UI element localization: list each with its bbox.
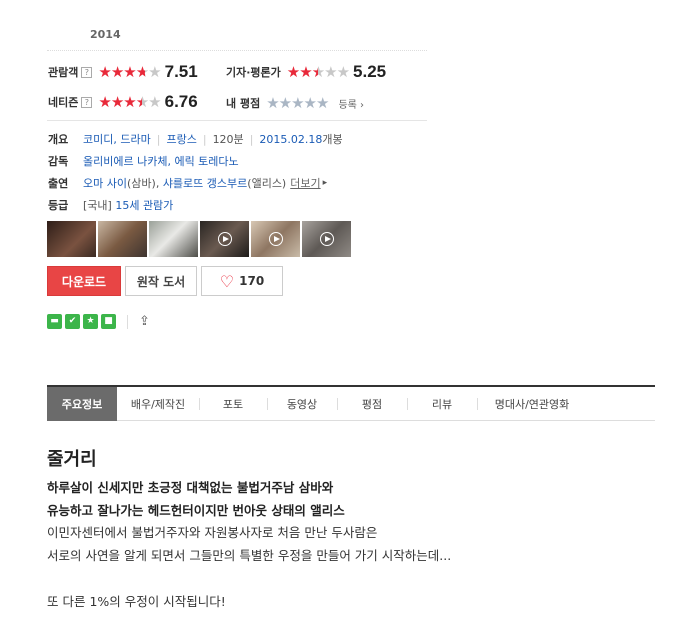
netizen-label: 네티즌 — [48, 96, 79, 109]
share-icon[interactable]: ⇪ — [139, 314, 150, 329]
facebook-icon[interactable]: ✔ — [65, 314, 80, 329]
divider — [47, 120, 427, 121]
synopsis-title: 줄거리 — [47, 449, 97, 470]
synopsis-text: 이민자센터에서 불법거주자와 자원봉사자로 처음 만난 두사람은 — [47, 525, 378, 540]
critics-rating: 기자·평론가 ★★★★★ 5.25 — [226, 62, 386, 82]
runtime: 120분 — [212, 133, 244, 146]
genre-link[interactable]: 코미디 — [83, 131, 113, 147]
overview-row: 개요 코미디, 드라마 | 프랑스 | 120분 | 2015.02.18 개봉 — [48, 131, 343, 147]
director-label: 감독 — [48, 155, 69, 168]
tab-ratings[interactable]: 평점 — [337, 387, 407, 421]
like-button[interactable]: ♡ 170 — [201, 266, 283, 296]
chevron-right-icon: ▸ — [322, 178, 328, 188]
heart-icon: ♡ — [219, 271, 235, 291]
synopsis-headline: 하루살이 신세지만 초긍정 대책없는 불법거주남 삼바와 — [47, 480, 334, 495]
info-icon[interactable]: ? — [81, 66, 93, 78]
genre-link[interactable]: 드라마 — [120, 131, 150, 147]
twitter-icon[interactable]: ▬ — [47, 314, 62, 329]
release-year: 2014 — [90, 28, 121, 41]
director-link[interactable]: 올리비에르 나카체, 에릭 토레다노 — [83, 153, 239, 169]
grade-region: [국내] — [83, 199, 112, 212]
release-suffix: 개봉 — [322, 133, 343, 146]
divider — [127, 314, 128, 329]
register-rating-link[interactable]: 등록 › — [338, 96, 364, 111]
critics-label: 기자·평론가 — [226, 66, 281, 79]
photo-thumbnail[interactable] — [98, 221, 147, 257]
download-button[interactable]: 다운로드 — [47, 266, 121, 296]
release-date-link[interactable]: 2015.02.18 — [259, 133, 322, 146]
photo-thumbnail[interactable] — [47, 221, 96, 257]
play-icon — [217, 232, 232, 246]
synopsis-headline: 유능하고 잘나가는 헤드헌터이지만 번아웃 상태의 앨리스 — [47, 503, 345, 518]
cast-row: 출연 오마 사이 (삼바), 샤를로뜨 갱스부르 (앨리스) 더보기 ▸ — [48, 175, 328, 191]
play-icon — [319, 232, 334, 246]
tab-reviews[interactable]: 리뷰 — [407, 387, 477, 421]
country-link[interactable]: 프랑스 — [166, 131, 196, 147]
overview-label: 개요 — [48, 133, 69, 146]
netizen-rating: 네티즌 ? ★★★★★ 6.76 — [48, 92, 198, 112]
my-rating-label: 내 평점 — [226, 97, 261, 110]
original-book-button[interactable]: 원작 도서 — [125, 266, 197, 296]
grade-link[interactable]: 15세 관람가 — [115, 197, 173, 213]
tab-bar: 주요정보 배우/제작진 포토 동영상 평점 리뷰 명대사/연관영화 — [47, 385, 655, 421]
synopsis-text: 또 다른 1%의 우정이 시작됩니다! — [47, 594, 226, 609]
my-rating: 내 평점 ★★★★★ 등록 › — [226, 94, 364, 112]
director-row: 감독 올리비에르 나카체, 에릭 토레다노 — [48, 153, 239, 169]
netizen-stars: ★★★★★ — [98, 93, 161, 111]
audience-rating: 관람객 ? ★★★★★ 7.51 — [48, 62, 198, 82]
video-thumbnail[interactable] — [200, 221, 249, 257]
tab-quotes-related[interactable]: 명대사/연관영화 — [477, 387, 587, 421]
netizen-score: 6.76 — [164, 92, 198, 111]
my-rating-stars[interactable]: ★★★★★ — [266, 94, 329, 112]
like-count: 170 — [239, 274, 265, 288]
play-icon — [268, 232, 283, 246]
tab-photos[interactable]: 포토 — [199, 387, 267, 421]
cast-link[interactable]: 샤를로뜨 갱스부르 — [163, 175, 247, 191]
media-thumbnails — [47, 221, 351, 257]
audience-score: 7.51 — [164, 62, 198, 81]
video-thumbnail[interactable] — [251, 221, 300, 257]
grade-label: 등급 — [48, 199, 69, 212]
audience-stars: ★★★★★ — [98, 63, 161, 81]
video-thumbnail[interactable] — [302, 221, 351, 257]
tab-cast-crew[interactable]: 배우/제작진 — [117, 387, 199, 421]
divider — [47, 50, 427, 51]
grade-row: 등급 [국내] 15세 관람가 — [48, 197, 173, 213]
more-cast-link[interactable]: 더보기 — [290, 175, 320, 191]
tab-main-info[interactable]: 주요정보 — [47, 387, 117, 421]
critics-stars: ★★★★★ — [286, 63, 350, 81]
info-icon[interactable]: ? — [81, 96, 93, 108]
photo-thumbnail[interactable] — [149, 221, 198, 257]
critics-score: 5.25 — [353, 62, 387, 81]
cast-label: 출연 — [48, 177, 69, 190]
green-icon[interactable]: ■ — [101, 314, 116, 329]
synopsis-text: 서로의 사연을 알게 되면서 그들만의 특별한 우정을 만들어 가기 시작하는데… — [47, 548, 452, 563]
tab-videos[interactable]: 동영상 — [267, 387, 337, 421]
star-icon[interactable]: ★ — [83, 314, 98, 329]
audience-label: 관람객 — [48, 66, 79, 79]
cast-link[interactable]: 오마 사이 — [83, 175, 127, 191]
share-row: ▬ ✔ ★ ■ ⇪ — [47, 314, 150, 329]
